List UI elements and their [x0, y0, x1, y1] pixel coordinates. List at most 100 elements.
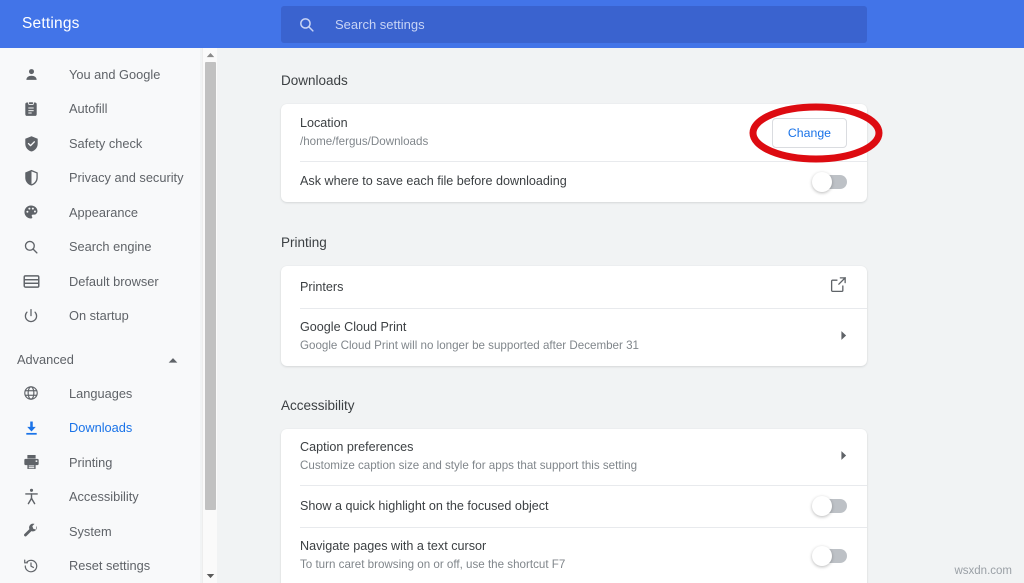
row-text: Location /home/fergus/Downloads — [300, 115, 772, 150]
row-title: Printers — [300, 279, 344, 294]
row-printers[interactable]: Printers — [281, 266, 867, 308]
caret-browsing-toggle[interactable] — [812, 546, 847, 566]
sidebar-item-label: Safety check — [69, 135, 143, 151]
toggle-knob — [812, 546, 832, 566]
downloads-card: Location /home/fergus/Downloads Change A… — [281, 104, 867, 202]
row-text: Ask where to save each file before downl… — [300, 173, 814, 190]
sidebar-item-label: Languages — [69, 385, 133, 401]
download-icon — [21, 418, 41, 438]
shield-check-icon — [21, 133, 41, 153]
wrench-icon — [21, 521, 41, 541]
sidebar-item-label: Accessibility — [69, 489, 139, 505]
search-settings-box[interactable]: Search settings — [281, 6, 867, 43]
history-restore-icon — [21, 556, 41, 576]
caret-up-icon[interactable] — [203, 48, 218, 62]
sidebar-item-safety-check[interactable]: Safety check — [0, 126, 200, 161]
settings-content: Downloads Location /home/fergus/Download… — [218, 48, 1024, 583]
printing-card: Printers Google Cloud Print Google Cloud… — [281, 266, 867, 366]
toggle-knob — [812, 171, 832, 192]
search-input[interactable]: Search settings — [335, 17, 425, 32]
sidebar-item-label: Autofill — [69, 101, 108, 117]
browser-window-icon — [21, 271, 41, 291]
page-title: Settings — [22, 15, 80, 32]
row-title: Show a quick highlight on the focused ob… — [300, 498, 549, 513]
sidebar-section-advanced-label: Advanced — [17, 351, 74, 367]
section-title-downloads: Downloads — [281, 73, 348, 88]
sidebar-item-label: Printing — [69, 454, 113, 470]
sidebar-item-label: Search engine — [69, 239, 152, 255]
sidebar-item-label: Downloads — [69, 420, 133, 436]
search-icon — [298, 16, 315, 33]
sidebar-item-label: On startup — [69, 308, 129, 324]
row-action — [840, 328, 847, 346]
row-title: Ask where to save each file before downl… — [300, 174, 567, 188]
row-subtitle: Customize caption size and style for app… — [300, 459, 638, 473]
row-location[interactable]: Location /home/fergus/Downloads Change — [281, 104, 867, 161]
change-location-button[interactable]: Change — [771, 117, 847, 148]
power-icon — [21, 306, 41, 326]
palette-icon — [21, 202, 41, 222]
row-subtitle: Google Cloud Print will no longer be sup… — [300, 339, 639, 353]
sidebar-item-label: Appearance — [69, 204, 139, 220]
row-action — [840, 448, 847, 466]
row-caption-preferences[interactable]: Caption preferences Customize caption si… — [281, 429, 867, 485]
sidebar-item-on-startup[interactable]: On startup — [0, 299, 200, 334]
section-title-printing: Printing — [281, 235, 327, 250]
row-text: Caption preferences Customize caption si… — [300, 439, 840, 474]
sidebar-item-appearance[interactable]: Appearance — [0, 195, 200, 230]
row-subtitle: To turn caret browsing on or off, use th… — [300, 558, 566, 572]
shield-icon — [21, 168, 41, 188]
row-text: Navigate pages with a text cursor To tur… — [300, 538, 814, 573]
accessibility-card: Caption preferences Customize caption si… — [281, 429, 867, 583]
chevron-right-icon[interactable] — [840, 328, 847, 346]
row-action — [812, 171, 847, 192]
clipboard-icon — [21, 99, 41, 119]
sidebar-item-label: Privacy and security — [69, 170, 184, 186]
sidebar-item-privacy-and-security[interactable]: Privacy and security — [0, 161, 200, 196]
sidebar-item-you-and-google[interactable]: You and Google — [0, 57, 200, 92]
row-action — [812, 546, 847, 566]
sidebar-item-label: You and Google — [69, 66, 161, 82]
watermark: wsxdn.com — [954, 565, 1012, 577]
row-action: Change — [771, 117, 847, 148]
row-ask-where-to-save[interactable]: Ask where to save each file before downl… — [281, 161, 867, 202]
chevron-right-icon[interactable] — [840, 448, 847, 466]
sidebar-nav: You and Google Autofill Safety check Pri… — [0, 48, 200, 583]
sidebar-scrollbar[interactable] — [202, 48, 217, 583]
chevron-up-icon — [168, 352, 178, 367]
sidebar-item-label: System — [69, 523, 112, 539]
row-text: Google Cloud Print Google Cloud Print wi… — [300, 319, 840, 354]
ask-where-to-save-toggle[interactable] — [812, 171, 847, 192]
sidebar-item-search-engine[interactable]: Search engine — [0, 230, 200, 265]
app-header: Settings Search settings — [0, 0, 1024, 48]
person-icon — [21, 64, 41, 84]
sidebar-item-languages[interactable]: Languages — [0, 376, 200, 411]
toggle-knob — [812, 496, 832, 516]
search-icon — [21, 237, 41, 257]
row-action — [830, 276, 847, 298]
section-title-accessibility: Accessibility — [281, 398, 355, 413]
row-google-cloud-print[interactable]: Google Cloud Print Google Cloud Print wi… — [281, 308, 867, 366]
accessibility-icon — [21, 487, 41, 507]
caret-down-icon[interactable] — [203, 569, 218, 583]
row-title: Caption preferences — [300, 440, 414, 455]
sidebar-item-reset-settings[interactable]: Reset settings — [0, 549, 200, 583]
row-subtitle: /home/fergus/Downloads — [300, 134, 429, 148]
sidebar-section-advanced[interactable]: Advanced — [0, 342, 200, 376]
row-action — [812, 496, 847, 516]
row-title: Navigate pages with a text cursor — [300, 539, 487, 554]
sidebar-item-system[interactable]: System — [0, 514, 200, 549]
sidebar-item-downloads[interactable]: Downloads — [0, 411, 200, 446]
quick-highlight-toggle[interactable] — [812, 496, 847, 516]
sidebar-item-default-browser[interactable]: Default browser — [0, 264, 200, 299]
row-caret-browsing[interactable]: Navigate pages with a text cursor To tur… — [281, 527, 867, 583]
external-link-icon[interactable] — [830, 276, 847, 298]
sidebar-item-printing[interactable]: Printing — [0, 445, 200, 480]
row-text: Show a quick highlight on the focused ob… — [300, 498, 814, 515]
sidebar-item-accessibility[interactable]: Accessibility — [0, 480, 200, 515]
printer-icon — [21, 452, 41, 472]
scrollbar-thumb[interactable] — [205, 62, 216, 510]
sidebar-item-label: Default browser — [69, 273, 159, 289]
row-quick-highlight[interactable]: Show a quick highlight on the focused ob… — [281, 485, 867, 527]
sidebar-item-autofill[interactable]: Autofill — [0, 92, 200, 127]
